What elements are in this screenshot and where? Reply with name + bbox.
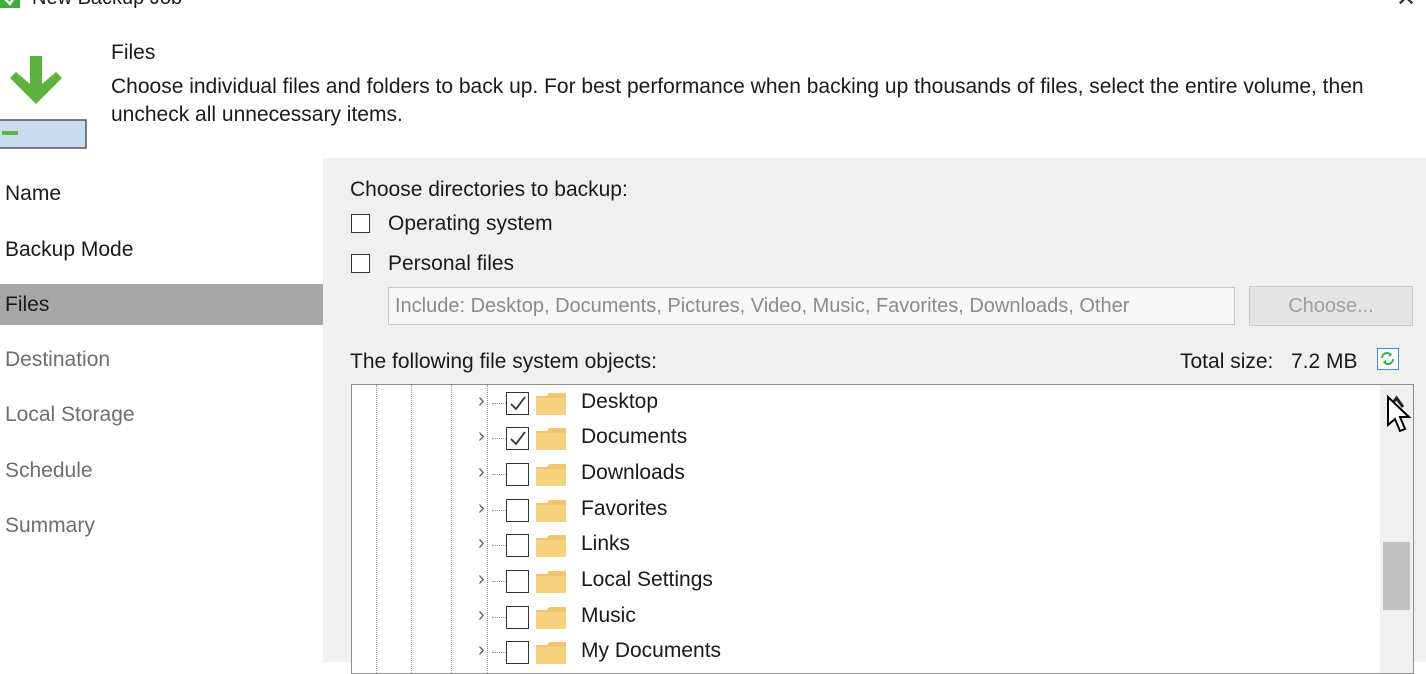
tree-item-label: Music — [581, 604, 636, 627]
tree-row-favorites[interactable]: › Favorites — [352, 494, 1382, 528]
downloads-checkbox[interactable] — [506, 463, 529, 486]
page-description: Choose individual files and folders to b… — [111, 75, 1364, 126]
step-schedule[interactable]: Schedule — [0, 450, 323, 491]
include-folders-field[interactable]: Include: Desktop, Documents, Pictures, V… — [388, 287, 1235, 325]
total-size-label: Total size: — [1180, 350, 1274, 373]
music-checkbox[interactable] — [506, 606, 529, 629]
chevron-right-icon[interactable]: › — [478, 639, 485, 662]
step-local-storage[interactable]: Local Storage — [0, 394, 323, 435]
wizard-header: Files Choose individual files and folder… — [0, 12, 1426, 158]
operating-system-label[interactable]: Operating system — [388, 212, 553, 236]
backup-app-icon — [0, 0, 20, 8]
folder-icon — [536, 393, 566, 415]
tree-row-my-documents[interactable]: › My Documents — [352, 636, 1382, 670]
tree-item-label: Local Settings — [581, 568, 713, 591]
operating-system-checkbox[interactable] — [351, 214, 370, 233]
tree-connector — [492, 510, 506, 511]
step-backup-mode[interactable]: Backup Mode — [0, 229, 323, 270]
tree-item-label: Desktop — [581, 390, 659, 413]
step-files[interactable]: Files — [0, 284, 323, 325]
tree-connector — [492, 438, 506, 439]
backup-download-icon — [0, 56, 87, 149]
file-system-objects-label: The following file system objects: — [350, 350, 657, 373]
tree-row-documents[interactable]: › Documents — [352, 422, 1382, 456]
chevron-right-icon[interactable]: › — [478, 532, 485, 555]
step-destination[interactable]: Destination — [0, 339, 323, 380]
documents-checkbox[interactable] — [506, 427, 529, 450]
choose-directories-label: Choose directories to backup: — [350, 178, 628, 201]
choose-button[interactable]: Choose... — [1249, 286, 1413, 326]
refresh-icon[interactable] — [1377, 348, 1399, 370]
folder-icon — [536, 428, 566, 450]
folder-icon — [536, 500, 566, 522]
tree-item-label: Downloads — [581, 461, 685, 484]
folder-icon — [536, 535, 566, 557]
chevron-right-icon[interactable]: › — [478, 390, 485, 413]
my-documents-checkbox[interactable] — [506, 641, 529, 664]
chevron-right-icon[interactable]: › — [478, 568, 485, 591]
step-name[interactable]: Name — [0, 173, 323, 214]
desktop-checkbox[interactable] — [506, 392, 529, 415]
tree-scrollbar[interactable] — [1380, 385, 1413, 673]
scroll-thumb[interactable] — [1383, 542, 1410, 610]
personal-files-label[interactable]: Personal files — [388, 252, 514, 276]
files-panel: Choose directories to backup: Operating … — [323, 158, 1426, 674]
folder-icon — [536, 607, 566, 629]
folder-icon — [536, 642, 566, 664]
tree-row-desktop[interactable]: › Desktop — [352, 387, 1382, 421]
tree-connector — [492, 581, 506, 582]
check-icon — [510, 396, 526, 411]
chevron-right-icon[interactable]: › — [478, 461, 485, 484]
chevron-right-icon[interactable]: › — [478, 497, 485, 520]
tree-row-links[interactable]: › Links — [352, 529, 1382, 563]
tree-connector — [492, 474, 506, 475]
total-size-value: 7.2 MB — [1291, 350, 1358, 373]
chevron-right-icon[interactable]: › — [478, 425, 485, 448]
file-system-tree[interactable]: › Desktop › Documents › Downloads › Favo… — [351, 384, 1414, 674]
tree-connector — [492, 545, 506, 546]
tree-item-label: Documents — [581, 425, 688, 448]
folder-icon — [536, 571, 566, 593]
links-checkbox[interactable] — [506, 534, 529, 557]
step-summary[interactable]: Summary — [0, 505, 323, 546]
tree-row-downloads[interactable]: › Downloads — [352, 458, 1382, 492]
tree-connector — [492, 617, 506, 618]
scroll-up-arrow-icon[interactable] — [1380, 385, 1413, 419]
tree-row-music[interactable]: › Music — [352, 601, 1382, 635]
wizard-steps-sidebar: Name Backup Mode Files Destination Local… — [0, 158, 323, 662]
tree-item-label: My Documents — [581, 639, 722, 662]
favorites-checkbox[interactable] — [506, 499, 529, 522]
chevron-right-icon[interactable]: › — [478, 604, 485, 627]
folder-icon — [536, 464, 566, 486]
tree-connector — [492, 652, 506, 653]
page-title: Files — [111, 41, 156, 64]
window-title: New Backup Job — [32, 0, 182, 10]
tree-connector — [492, 403, 506, 404]
title-bar: New Backup Job ✕ — [0, 0, 1426, 12]
personal-files-checkbox[interactable] — [351, 254, 370, 273]
tree-item-label: Favorites — [581, 497, 668, 520]
local-settings-checkbox[interactable] — [506, 570, 529, 593]
check-icon — [510, 431, 526, 446]
tree-item-label: Links — [581, 532, 631, 555]
tree-row-local-settings[interactable]: › Local Settings — [352, 565, 1382, 599]
